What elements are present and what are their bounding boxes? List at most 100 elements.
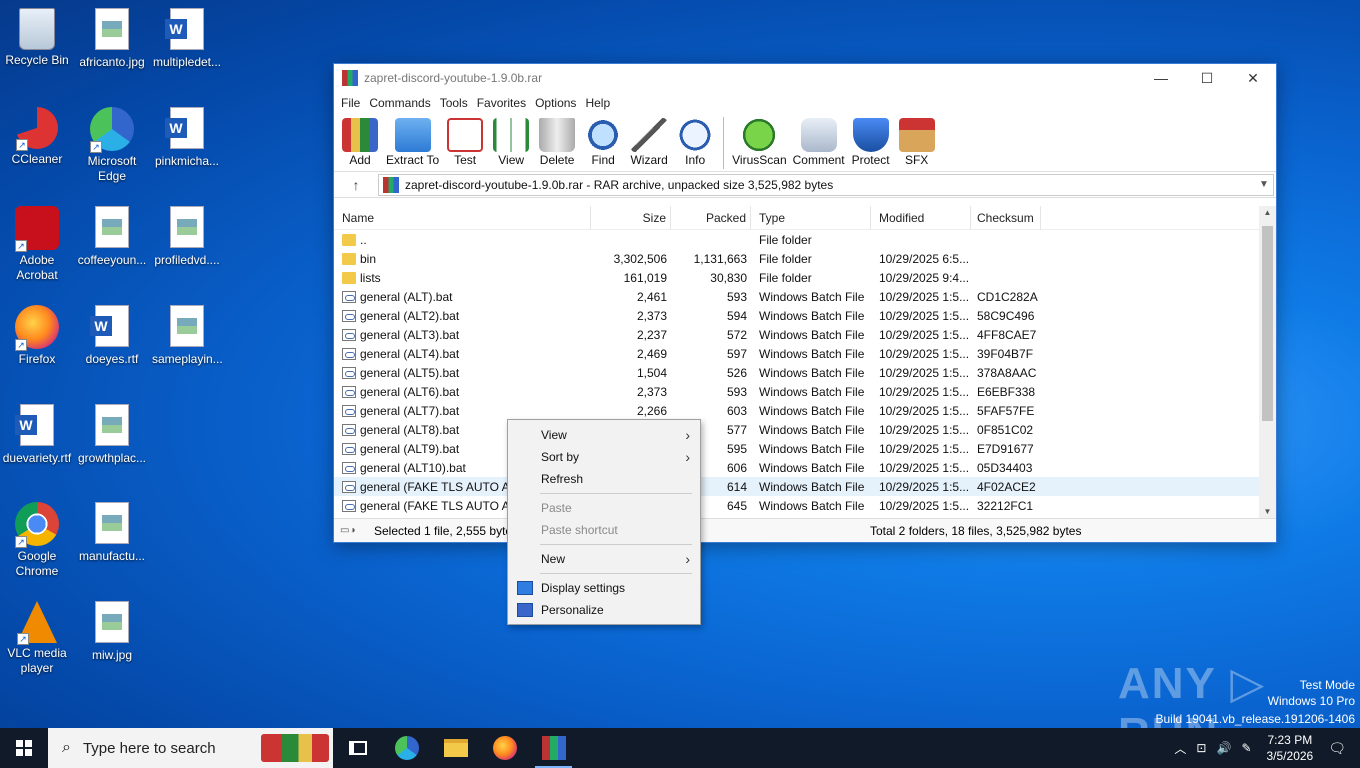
cell-packed: 603	[726, 403, 747, 418]
file-name: general (FAKE TLS AUTO ALT	[360, 498, 523, 513]
protect-button[interactable]: Protect	[851, 114, 891, 167]
view-button[interactable]: View	[491, 114, 531, 167]
taskbar-file-explorer[interactable]	[431, 728, 480, 768]
microsoft-edge-icon[interactable]: ↗ Microsoft Edge	[77, 107, 147, 184]
file-list[interactable]: Name Size Packed Type Modified Checksum …	[334, 206, 1276, 518]
menu-options[interactable]: Options	[534, 96, 582, 110]
growthplac-icon[interactable]: growthplac...	[77, 404, 147, 466]
table-row[interactable]: general (ALT).bat 2,461 593 Windows Batch F…	[334, 287, 1276, 306]
title-bar[interactable]: zapret-discord-youtube-1.9.0b.rar — ☐ ✕	[334, 64, 1276, 92]
pen-input-icon[interactable]: ✎	[1241, 741, 1251, 755]
menu-item-personalize[interactable]: Personalize	[508, 599, 700, 621]
africanto-jpg-icon[interactable]: africanto.jpg	[77, 8, 147, 70]
menu-item-display-settings[interactable]: Display settings	[508, 577, 700, 599]
up-arrow-icon[interactable]: ↑	[334, 177, 378, 193]
multipledet-icon[interactable]: W multipledet...	[152, 8, 222, 70]
table-row[interactable]: general (ALT3).bat 2,237 572 Windows Batch …	[334, 325, 1276, 344]
doeyes-rtf-icon[interactable]: W doeyes.rtf	[77, 305, 147, 367]
vlc-media-player-icon[interactable]: ↗ VLC media player	[2, 601, 72, 676]
network-icon[interactable]: ⊡	[1196, 741, 1206, 755]
ccleaner-icon[interactable]: ↗ CCleaner	[2, 107, 72, 167]
scroll-up-icon[interactable]: ▲	[1259, 208, 1276, 217]
desktop-icon-label: Recycle Bin	[5, 53, 69, 67]
add-button[interactable]: Add	[340, 114, 380, 167]
column-modified[interactable]: Modified	[871, 206, 971, 230]
show-hidden-icons-chevron-icon[interactable]: ︿	[1174, 740, 1186, 757]
column-checksum[interactable]: Checksum	[971, 206, 1041, 230]
google-chrome-icon[interactable]: ↗ Google Chrome	[2, 502, 72, 579]
table-row[interactable]: general (ALT6).bat 2,373 593 Windows Batch …	[334, 382, 1276, 401]
scroll-thumb[interactable]	[1262, 226, 1273, 421]
toolbar: Add Extract To Test View Delete Find Wiz…	[334, 114, 1276, 172]
maximize-button[interactable]: ☐	[1184, 64, 1230, 92]
taskbar-edge[interactable]	[382, 728, 431, 768]
menu-separator	[540, 493, 692, 494]
virusscan-button[interactable]: VirusScan	[732, 114, 787, 167]
menu-commands[interactable]: Commands	[368, 96, 436, 110]
column-size[interactable]: Size	[591, 206, 671, 230]
task-view-button[interactable]	[333, 728, 382, 768]
table-row[interactable]: general (ALT8).bat 577 Windows Batch File 1…	[334, 420, 1276, 439]
table-row[interactable]: bin 3,302,506 1,131,663 File folder 10/29/20…	[334, 249, 1276, 268]
comment-button[interactable]: Comment	[793, 114, 845, 167]
recycle-bin-icon[interactable]: Recycle Bin	[2, 8, 72, 68]
duevariety-rtf-icon[interactable]: W duevariety.rtf	[2, 404, 72, 466]
menu-item-new[interactable]: New ›	[508, 548, 700, 570]
menu-item-sort-by[interactable]: Sort by ›	[508, 446, 700, 468]
table-row[interactable]: general (ALT7).bat 2,266 603 Windows Batch …	[334, 401, 1276, 420]
manufactu-icon[interactable]: manufactu...	[77, 502, 147, 564]
start-button[interactable]	[0, 728, 48, 768]
toolbar-separator	[723, 117, 725, 169]
adobe-acrobat-icon[interactable]: ↗ Adobe Acrobat	[2, 206, 72, 283]
desktop-icon-label: Microsoft Edge	[87, 154, 137, 183]
table-row[interactable]: general (ALT5).bat 1,504 526 Windows Batch …	[334, 363, 1276, 382]
test-button[interactable]: Test	[445, 114, 485, 167]
scroll-down-icon[interactable]: ▼	[1259, 507, 1276, 516]
pinkmicha-icon[interactable]: W pinkmicha...	[152, 107, 222, 169]
column-type[interactable]: Type	[751, 206, 871, 230]
sfx-button[interactable]: SFX	[897, 114, 937, 167]
clock[interactable]: 7:23 PM 3/5/2026	[1267, 732, 1314, 764]
menu-item-refresh[interactable]: Refresh	[508, 468, 700, 490]
vertical-scrollbar[interactable]: ▲ ▼	[1259, 206, 1276, 518]
taskbar-winrar[interactable]	[529, 728, 578, 768]
cell-modified: 10/29/2025 1:5...	[879, 403, 970, 418]
sameplayin-icon[interactable]: sameplayin...	[152, 305, 223, 367]
minimize-button[interactable]: —	[1138, 64, 1184, 92]
profiledvd-icon[interactable]: profiledvd....	[152, 206, 222, 268]
volume-icon[interactable]: 🔊	[1216, 741, 1231, 755]
delete-button[interactable]: Delete	[537, 114, 577, 167]
menu-help[interactable]: Help	[584, 96, 616, 110]
notifications-icon[interactable]: 🗨	[1328, 740, 1346, 757]
table-row[interactable]: lists 161,019 30,830 File folder 10/29/2025 …	[334, 268, 1276, 287]
menu-tools[interactable]: Tools	[439, 96, 474, 110]
find-button[interactable]: Find	[583, 114, 623, 167]
coffeeyoun-icon[interactable]: coffeeyoun...	[77, 206, 147, 268]
info-button[interactable]: Info	[675, 114, 715, 167]
cell-modified: 10/29/2025 1:5...	[879, 479, 970, 494]
menu-file[interactable]: File	[340, 96, 366, 110]
column-packed[interactable]: Packed	[671, 206, 751, 230]
table-row[interactable]: .. File folder	[334, 230, 1276, 249]
comment-icon	[800, 118, 837, 152]
table-row[interactable]: general (ALT2).bat 2,373 594 Windows Batch …	[334, 306, 1276, 325]
table-row[interactable]: general (ALT10).bat 606 Windows Batch File…	[334, 458, 1276, 477]
batch-file-icon	[342, 499, 356, 512]
miw-jpg-icon[interactable]: miw.jpg	[77, 601, 147, 663]
menu-favorites[interactable]: Favorites	[476, 96, 532, 110]
table-row[interactable]: general (FAKE TLS AUTO ALT 614 Windows Bat…	[334, 477, 1276, 496]
chevron-down-icon[interactable]: ▼	[1259, 179, 1273, 190]
wizard-button[interactable]: Wizard	[629, 114, 669, 167]
taskbar-firefox[interactable]	[480, 728, 529, 768]
column-name[interactable]: Name	[334, 206, 591, 230]
extract-to-button[interactable]: Extract To	[386, 114, 439, 167]
close-button[interactable]: ✕	[1230, 64, 1276, 92]
search-box[interactable]: ⌕ Type here to search	[48, 728, 333, 768]
table-row[interactable]: general (ALT4).bat 2,469 597 Windows Batch …	[334, 344, 1276, 363]
menu-item-view[interactable]: View ›	[508, 424, 700, 446]
cell-checksum: 4F02ACE2	[977, 479, 1036, 494]
path-field[interactable]: zapret-discord-youtube-1.9.0b.rar - RAR …	[378, 173, 1274, 196]
table-row[interactable]: general (ALT9).bat 595 Windows Batch File 1…	[334, 439, 1276, 458]
table-row[interactable]: general (FAKE TLS AUTO ALT 645 Windows Bat…	[334, 496, 1276, 515]
firefox-icon[interactable]: ↗ Firefox	[2, 305, 72, 367]
